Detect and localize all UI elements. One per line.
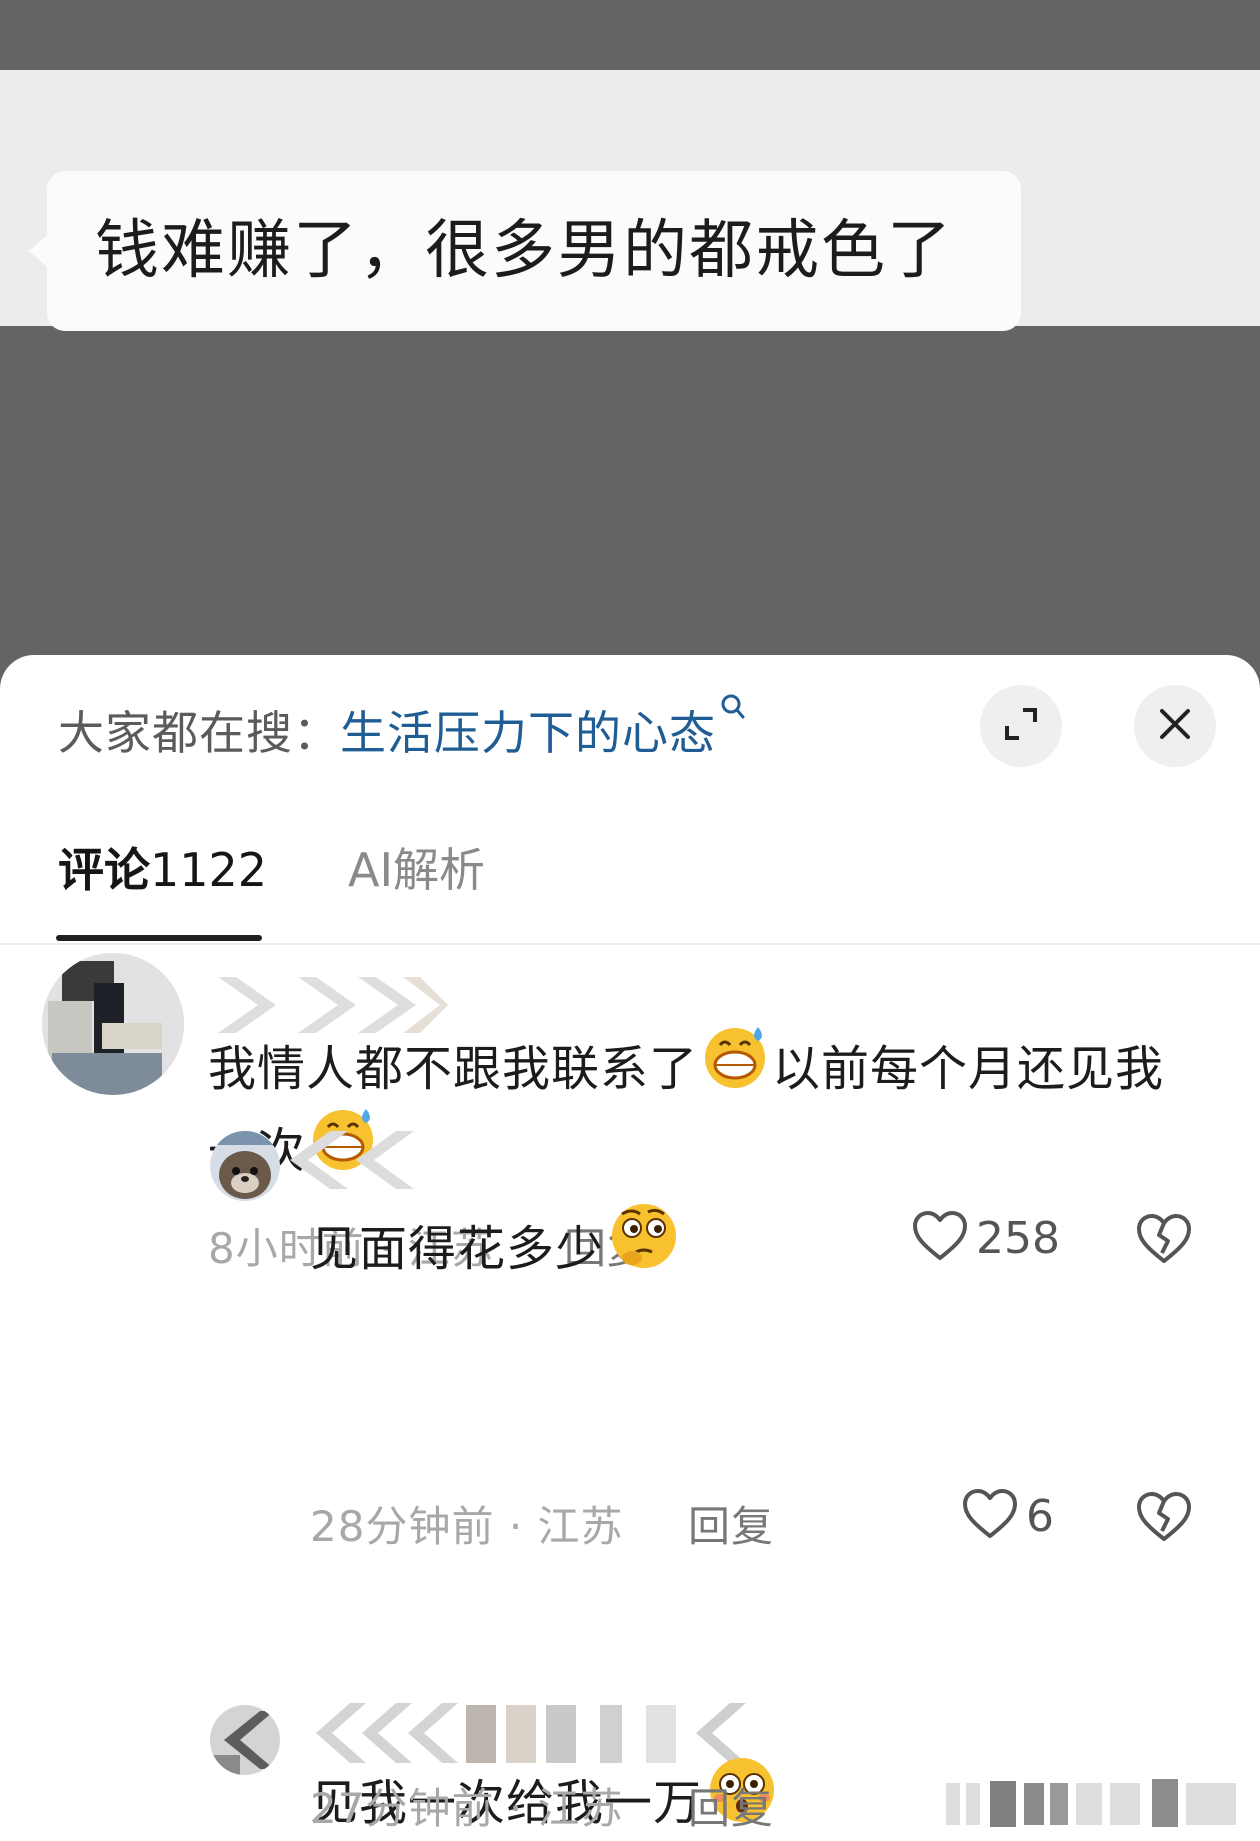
broken-heart-icon <box>1136 1214 1192 1269</box>
avatar[interactable] <box>210 1705 280 1775</box>
trending-search[interactable]: 大家都在搜：生活压力下的心态 <box>58 694 746 760</box>
heart-icon <box>962 1488 1018 1544</box>
tabs-divider <box>0 943 1260 945</box>
comment-text-content: 见面得花多少 <box>310 1221 605 1277</box>
active-tab-indicator <box>56 935 262 941</box>
comment-text: 见面得花多少 <box>310 1204 1110 1296</box>
comment-location: 江苏 <box>537 1502 624 1551</box>
reply-button[interactable]: 回复 <box>688 1775 774 1836</box>
post-bubble: 钱难赚了，很多男的都戒色了 <box>29 171 1021 331</box>
username-blurred[interactable] <box>286 1123 436 1201</box>
tab-ai-analysis[interactable]: AI解析 <box>348 842 485 898</box>
comment-time: 28分钟前 <box>310 1502 495 1551</box>
tab-comments-count: 1122 <box>150 843 268 897</box>
search-icon <box>720 693 746 727</box>
thinking-face-icon <box>606 1198 682 1296</box>
grinning-sweat-icon <box>700 1021 770 1113</box>
broken-heart-icon <box>1136 1492 1192 1547</box>
close-icon <box>1157 706 1193 746</box>
tab-comments[interactable]: 评论1122 <box>58 842 267 898</box>
tab-ai-label: AI解析 <box>348 843 486 897</box>
close-button[interactable] <box>1134 685 1216 767</box>
comment-meta: 27分钟前 · 江苏 <box>310 1775 624 1836</box>
dislike-button[interactable] <box>1136 1491 1192 1547</box>
like-count: 6 <box>1026 1490 1054 1542</box>
comment-location: 江苏 <box>537 1784 624 1833</box>
post-area: 钱难赚了，很多男的都戒色了 <box>0 70 1260 331</box>
search-prefix: 大家都在搜： <box>58 706 340 760</box>
comment-meta: 28分钟前 · 江苏 <box>310 1493 624 1554</box>
search-term-link[interactable]: 生活压力下的心态 <box>340 706 716 760</box>
avatar[interactable] <box>42 953 184 1095</box>
tab-comments-label: 评论 <box>58 843 150 897</box>
meta-separator: · <box>508 1502 524 1551</box>
watermark-blurred <box>946 1773 1246 1837</box>
expand-icon <box>1001 704 1041 748</box>
reply-button[interactable]: 回复 <box>688 1493 774 1554</box>
comment-sheet: 大家都在搜：生活压力下的心态 评论1122 AI解析 我情人都不跟我联系了 以前… <box>0 655 1260 1841</box>
post-text: 钱难赚了，很多男的都戒色了 <box>95 214 953 288</box>
avatar[interactable] <box>210 1131 280 1201</box>
meta-separator: · <box>508 1784 524 1833</box>
comment-time: 27分钟前 <box>310 1784 495 1833</box>
comment-text-part1: 我情人都不跟我联系了 <box>208 1041 699 1097</box>
dislike-button[interactable] <box>1136 1213 1192 1269</box>
like-button[interactable]: 6 <box>962 1488 1054 1544</box>
expand-button[interactable] <box>980 685 1062 767</box>
